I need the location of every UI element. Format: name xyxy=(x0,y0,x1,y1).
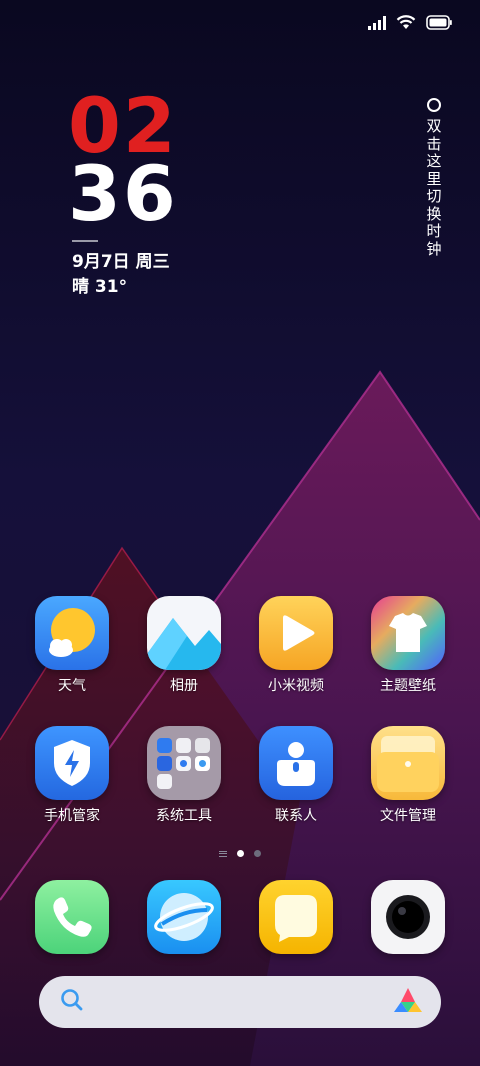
signal-icon xyxy=(368,15,386,34)
menu-lines-icon xyxy=(219,850,227,857)
search-bar[interactable] xyxy=(39,976,441,1028)
contacts-icon xyxy=(259,726,333,800)
dock-camera[interactable] xyxy=(352,880,464,956)
app-label: 小米视频 xyxy=(268,678,324,694)
security-icon xyxy=(35,726,109,800)
system-tools-folder-icon xyxy=(147,726,221,800)
app-themes[interactable]: 主题壁纸 xyxy=(352,596,464,706)
themes-icon xyxy=(371,596,445,670)
phone-icon xyxy=(35,880,109,954)
dock-browser[interactable] xyxy=(128,880,240,956)
app-label: 主题壁纸 xyxy=(380,678,436,694)
app-security[interactable]: 手机管家 xyxy=(16,726,128,836)
dock-phone[interactable] xyxy=(16,880,128,956)
switch-clock-hint[interactable]: 双击这里切换时钟 xyxy=(424,98,444,258)
clock-widget[interactable]: 02 36 9月7日 周三 晴 31° xyxy=(68,88,178,300)
app-label: 天气 xyxy=(58,678,86,694)
weather-icon xyxy=(35,596,109,670)
clock-date: 9月7日 周三 xyxy=(72,252,170,272)
page-dot-2 xyxy=(254,850,261,857)
browser-icon xyxy=(147,880,221,954)
page-dot-1 xyxy=(237,850,244,857)
file-manager-icon xyxy=(371,726,445,800)
switch-clock-text: 双击这里切换时钟 xyxy=(426,117,442,258)
app-file-manager[interactable]: 文件管理 xyxy=(352,726,464,836)
clock-weather: 晴 31° xyxy=(72,277,128,297)
gallery-icon xyxy=(147,596,221,670)
assistant-icon[interactable] xyxy=(393,986,423,1018)
clock-divider xyxy=(72,240,98,242)
status-bar xyxy=(368,12,452,36)
wifi-icon xyxy=(396,14,416,34)
app-contacts[interactable]: 联系人 xyxy=(240,726,352,836)
clock-minute: 36 xyxy=(68,149,178,238)
app-label: 联系人 xyxy=(275,808,317,824)
app-label: 文件管理 xyxy=(380,808,436,824)
app-label: 系统工具 xyxy=(156,808,212,824)
battery-icon xyxy=(426,14,452,34)
circle-icon xyxy=(427,98,441,112)
dock-messages[interactable] xyxy=(240,880,352,956)
messages-icon xyxy=(259,880,333,954)
app-label: 相册 xyxy=(170,678,198,694)
app-folder-system-tools[interactable]: 系统工具 xyxy=(128,726,240,836)
app-grid: 天气 相册 小米视频 主题壁纸 手机管家 系统工具 联系人 文件管理 xyxy=(16,596,464,836)
app-weather[interactable]: 天气 xyxy=(16,596,128,706)
video-icon xyxy=(259,596,333,670)
camera-icon xyxy=(371,880,445,954)
dock xyxy=(16,880,464,956)
page-indicator[interactable] xyxy=(0,850,480,857)
app-mi-video[interactable]: 小米视频 xyxy=(240,596,352,706)
search-icon[interactable] xyxy=(59,987,85,1017)
app-gallery[interactable]: 相册 xyxy=(128,596,240,706)
app-label: 手机管家 xyxy=(44,808,100,824)
